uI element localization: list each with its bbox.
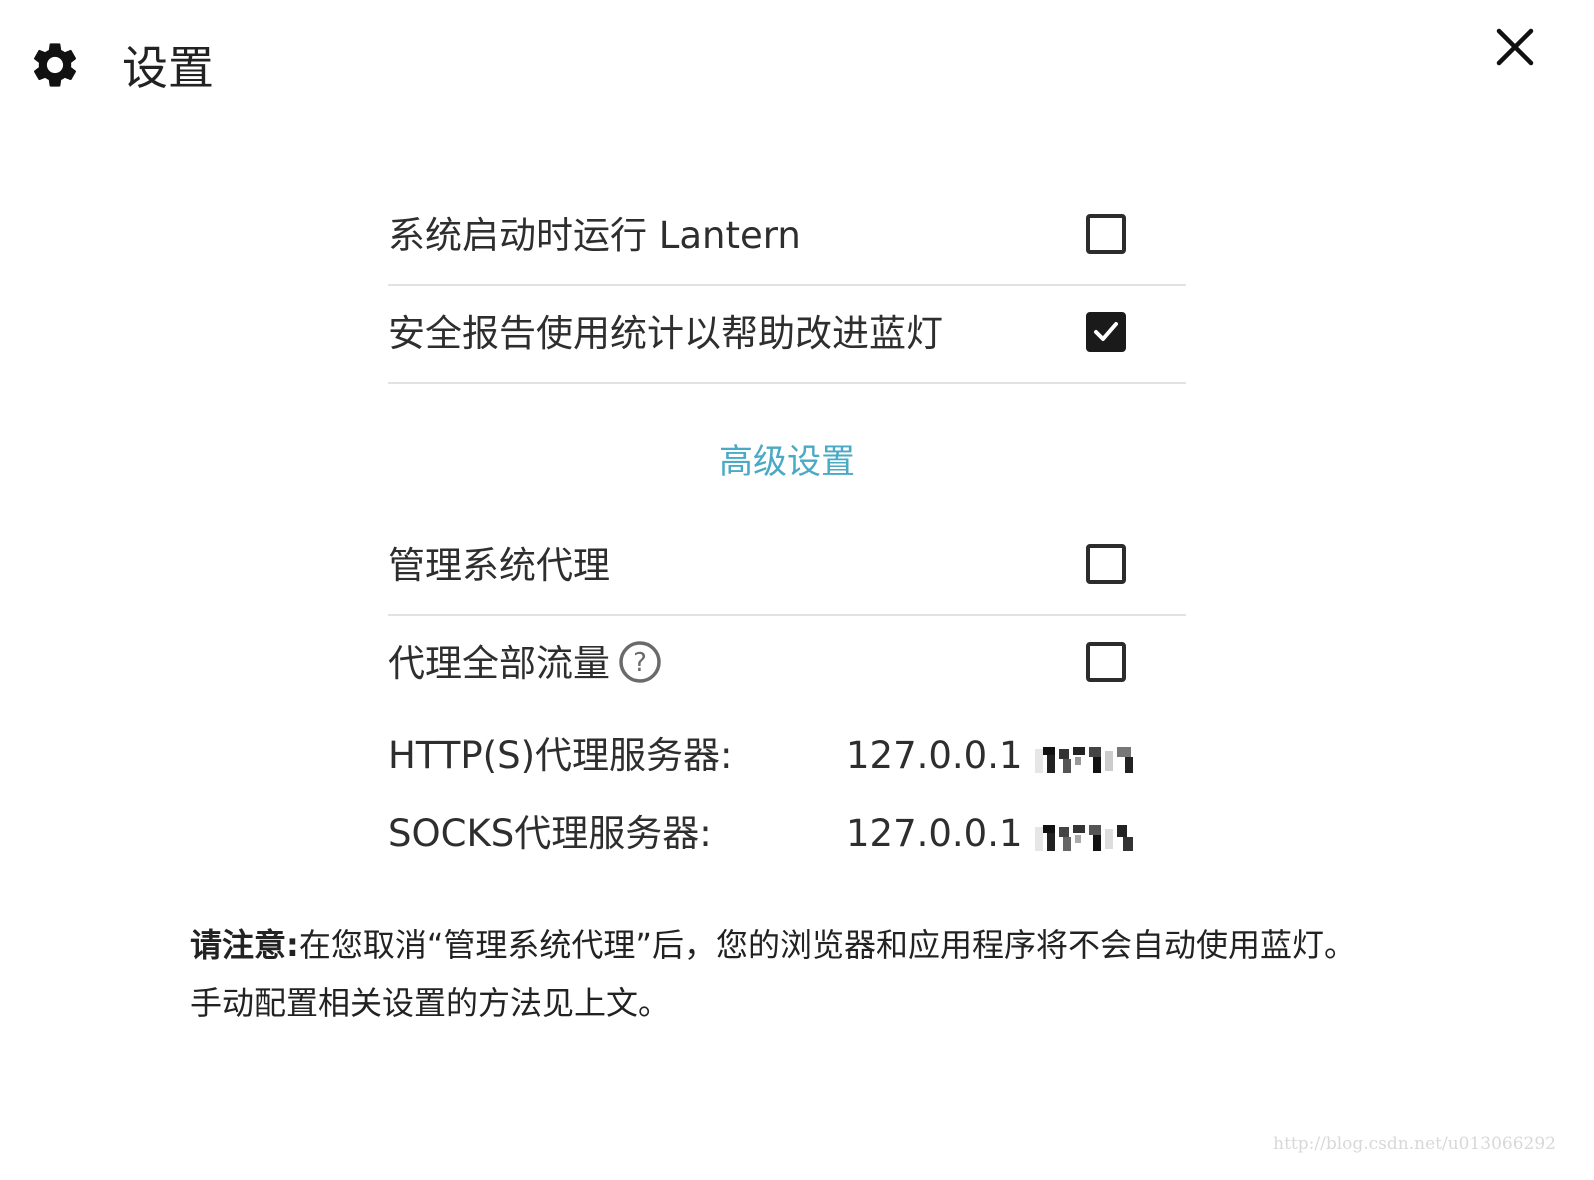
setting-row-proxy-all: 代理全部流量 ? <box>388 616 1186 712</box>
note-text: 请注意:在您取消“管理系统代理”后，您的浏览器和应用程序将不会自动使用蓝灯。手动… <box>190 916 1370 1032</box>
pixelated-port <box>1034 739 1141 773</box>
settings-panel: 系统启动时运行 Lantern 安全报告使用统计以帮助改进蓝灯 高级设置 管理系… <box>388 188 1186 855</box>
setting-label-usage-stats: 安全报告使用统计以帮助改进蓝灯 <box>388 312 943 355</box>
socks-proxy-value[interactable]: 127.0.0.1 <box>846 808 1141 860</box>
note-prefix: 请注意: <box>190 926 299 964</box>
http-proxy-row: HTTP(S)代理服务器: 127.0.0.1 <box>388 730 1186 782</box>
setting-label-run-at-startup: 系统启动时运行 Lantern <box>388 214 801 257</box>
setting-label-proxy-all-wrap: 代理全部流量 ? <box>388 638 662 690</box>
run-at-startup-checkbox[interactable] <box>1086 214 1126 254</box>
socks-proxy-address: 127.0.0.1 <box>846 812 1023 855</box>
proxy-all-checkbox[interactable] <box>1086 642 1126 682</box>
setting-row-manage-proxy: 管理系统代理 <box>388 518 1186 616</box>
svg-text:?: ? <box>633 648 647 678</box>
watermark: http://blog.csdn.net/u013066292 <box>1273 1134 1556 1154</box>
http-proxy-label: HTTP(S)代理服务器: <box>388 734 733 777</box>
socks-proxy-row: SOCKS代理服务器: 127.0.0.1 <box>388 808 1186 860</box>
checkmark-icon <box>1094 322 1118 341</box>
setting-label-proxy-all: 代理全部流量 <box>388 642 610 685</box>
page-title: 设置 <box>122 41 214 95</box>
setting-label-manage-proxy: 管理系统代理 <box>388 544 610 587</box>
pixelated-port <box>1034 817 1141 851</box>
manage-proxy-checkbox[interactable] <box>1086 544 1126 584</box>
setting-row-run-at-startup: 系统启动时运行 Lantern <box>388 188 1186 286</box>
usage-stats-checkbox[interactable] <box>1086 312 1126 352</box>
gear-icon <box>28 38 82 92</box>
close-icon[interactable] <box>1492 24 1538 70</box>
http-proxy-value[interactable]: 127.0.0.1 <box>846 730 1141 782</box>
help-circle-icon[interactable]: ? <box>618 640 662 684</box>
setting-row-usage-stats: 安全报告使用统计以帮助改进蓝灯 <box>388 286 1186 384</box>
advanced-settings-heading[interactable]: 高级设置 <box>388 440 1186 484</box>
note-body: 在您取消“管理系统代理”后，您的浏览器和应用程序将不会自动使用蓝灯。手动配置相关… <box>190 926 1356 1022</box>
close-button[interactable] <box>1492 24 1538 70</box>
socks-proxy-label: SOCKS代理服务器: <box>388 812 712 855</box>
http-proxy-address: 127.0.0.1 <box>846 734 1023 777</box>
